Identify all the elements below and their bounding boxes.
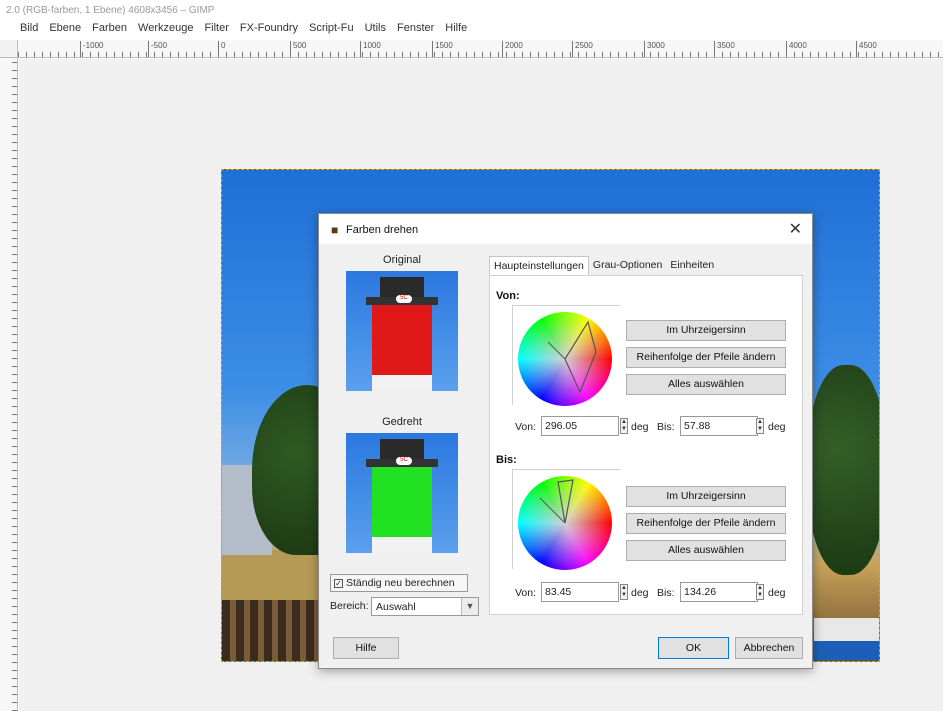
window-title: 2.0 (RGB-farben, 1 Ebene) 4608x3456 – GI… (6, 5, 215, 16)
to-end-label: Bis: (657, 587, 675, 599)
menu-script-fu[interactable]: Script-Fu (309, 22, 354, 40)
tab-haupteinstellungen[interactable]: Haupteinstellungen (489, 256, 589, 276)
ruler-label: -500 (148, 41, 167, 57)
ruler-label: 3000 (644, 41, 665, 57)
from-end-label: Bis: (657, 421, 675, 433)
spin-arrows-icon[interactable]: ▲ ▼ (756, 584, 764, 600)
close-icon[interactable]: ✕ (789, 219, 802, 239)
ruler-label: 1000 (360, 41, 381, 57)
lighthouse-body-red (372, 305, 432, 379)
spin-arrows-icon[interactable]: ▲ ▼ (620, 584, 628, 600)
to-color-wheel[interactable] (518, 476, 612, 570)
ruler-label: 4500 (856, 41, 877, 57)
to-section-heading: Bis: (496, 454, 517, 466)
from-color-wheel[interactable] (518, 312, 612, 406)
preview-original: 5C (346, 271, 458, 391)
lighthouse-sign: 5C (396, 457, 412, 465)
to-start-label: Von: (515, 587, 537, 599)
image-fence (222, 600, 322, 661)
settings-tabs: Haupteinstellungen Grau-Optionen Einheit… (489, 256, 718, 276)
from-clockwise-button[interactable]: Im Uhrzeigersinn (626, 320, 786, 341)
to-wheel-arrows (539, 479, 574, 524)
vertical-ruler[interactable] (0, 58, 18, 711)
from-start-input[interactable]: 296.05 (541, 416, 619, 436)
menu-farben[interactable]: Farben (92, 22, 127, 40)
menu-fenster[interactable]: Fenster (397, 22, 434, 40)
from-end-input[interactable]: 57.88 (680, 416, 758, 436)
to-swap-arrows-button[interactable]: Reihenfolge der Pfeile ändern (626, 513, 786, 534)
preview-original-label: Original (383, 254, 421, 266)
ok-button[interactable]: OK (658, 637, 729, 659)
from-section-heading: Von: (496, 290, 520, 302)
dialog-title: Farben drehen (346, 224, 419, 236)
menu-filter[interactable]: Filter (204, 22, 228, 40)
cancel-button[interactable]: Abbrechen (735, 637, 803, 659)
from-select-all-button[interactable]: Alles auswählen (626, 374, 786, 395)
help-button[interactable]: Hilfe (333, 637, 399, 659)
ruler-label: -1000 (80, 41, 103, 57)
lighthouse-base (372, 375, 432, 391)
recalculate-label: Ständig neu berechnen (346, 577, 455, 589)
checkbox-checked-icon[interactable]: ✓ (334, 578, 343, 588)
ruler-label: 2500 (572, 41, 593, 57)
tab-grau-optionen[interactable]: Grau-Optionen (589, 256, 666, 276)
unit-label: deg (768, 587, 786, 599)
to-start-input[interactable]: 83.45 (541, 582, 619, 602)
image-grass (222, 550, 332, 600)
area-select[interactable]: Auswahl ▼ (371, 597, 479, 616)
ruler-label: 500 (290, 41, 306, 57)
horizontal-ruler[interactable]: -1000 -500 0 500 1000 1500 2000 2500 300… (18, 40, 943, 58)
to-clockwise-button[interactable]: Im Uhrzeigersinn (626, 486, 786, 507)
from-swap-arrows-button[interactable]: Reihenfolge der Pfeile ändern (626, 347, 786, 368)
chevron-down-icon[interactable]: ▼ (461, 598, 478, 615)
gimp-wilber-icon: ■ (331, 223, 339, 237)
area-select-value: Auswahl (376, 601, 416, 613)
spin-arrows-icon[interactable]: ▲ ▼ (620, 418, 628, 434)
menu-utils[interactable]: Utils (365, 22, 386, 40)
menu-fx-foundry[interactable]: FX-Foundry (240, 22, 298, 40)
to-select-all-button[interactable]: Alles auswählen (626, 540, 786, 561)
ruler-label: 2000 (502, 41, 523, 57)
menu-ebene[interactable]: Ebene (49, 22, 81, 40)
unit-label: deg (768, 421, 786, 433)
preview-rotated: 5C (346, 433, 458, 553)
dialog-titlebar[interactable]: ■ Farben drehen ✕ (319, 214, 812, 244)
tab-einheiten[interactable]: Einheiten (666, 256, 718, 276)
ruler-label: 3500 (714, 41, 735, 57)
area-label: Bereich: (330, 600, 369, 612)
lighthouse-body-green (372, 467, 432, 541)
to-end-input[interactable]: 134.26 (680, 582, 758, 602)
ruler-corner (0, 40, 18, 58)
preview-rotated-label: Gedreht (382, 416, 422, 428)
ruler-label: 4000 (786, 41, 807, 57)
menu-werkzeuge[interactable]: Werkzeuge (138, 22, 193, 40)
unit-label: deg (631, 421, 649, 433)
menubar: Bild Ebene Farben Werkzeuge Filter FX-Fo… (0, 22, 943, 40)
image-boat (814, 618, 879, 660)
ruler-label: 0 (218, 41, 225, 57)
unit-label: deg (631, 587, 649, 599)
ruler-label: 1500 (432, 41, 453, 57)
from-wheel-arrows (547, 320, 597, 394)
recalculate-checkbox[interactable]: ✓ Ständig neu berechnen (330, 574, 468, 592)
menu-bild[interactable]: Bild (20, 22, 38, 40)
image-tree-right (807, 365, 879, 575)
menu-hilfe[interactable]: Hilfe (445, 22, 467, 40)
spin-arrows-icon[interactable]: ▲ ▼ (756, 418, 764, 434)
lighthouse-sign: 5C (396, 295, 412, 303)
lighthouse-base (372, 537, 432, 553)
from-start-label: Von: (515, 421, 537, 433)
